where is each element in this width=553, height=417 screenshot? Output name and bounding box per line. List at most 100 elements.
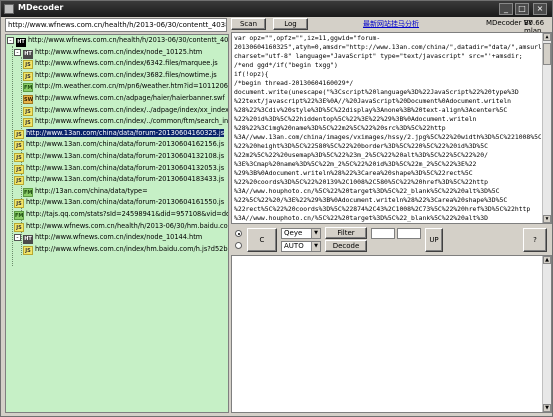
param-field-1[interactable] <box>371 228 395 239</box>
tree-item-label: http://www.13an.com/china/data/forum-201… <box>26 128 225 137</box>
code-line: charset="utf-8" language="JavaScript" ty… <box>234 52 523 60</box>
scroll-up-arrow-icon[interactable]: ▲ <box>543 33 551 41</box>
js-file-icon: JS <box>14 199 24 209</box>
close-button[interactable]: × <box>533 3 547 15</box>
code-line: var opz="",opfz="",iz=11,ggwid="forum- <box>234 34 381 42</box>
tree-item-label: http://www.13an.com/china/data/forum-201… <box>26 140 225 149</box>
code-line: 20130604160325",atyh=0,amsdr="http://www… <box>234 43 541 51</box>
tree-item-label: http://www.13an.com/china/data/forum-201… <box>26 152 225 160</box>
tree-item-label: http://tajs.qq.com/stats?sId=24598941&di… <box>26 210 229 218</box>
code-line: %3E%3Cmap%20name%3D%5C%22m_2%5C%22%20id%… <box>234 160 477 168</box>
right-pane: Scan Log 最新网站挂马分析 MDecoder V0.66 BY mlan… <box>231 18 552 413</box>
js-file-icon: JS <box>14 153 24 162</box>
tree-item[interactable]: JS http://www.wfnews.com.cn/health/h/2013… <box>14 221 229 232</box>
tree-item[interactable]: JS http://www.13an.com/china/data/forum-2… <box>14 174 225 186</box>
js-file-icon: JS <box>14 164 24 174</box>
url-input[interactable]: http://www.wfnews.com.cn/health/h/2013-0… <box>5 18 227 32</box>
help-button[interactable]: ? <box>523 228 547 252</box>
minimize-button[interactable]: _ <box>499 3 513 15</box>
param-field-2[interactable] <box>397 228 421 239</box>
code-line: %28%22%3Cdiv%20style%3D%5C%22display%3An… <box>234 106 508 114</box>
tree-expander-icon[interactable]: - <box>7 37 14 44</box>
tree-item-label: http://m.weather.com.cn/m/pn6/weather.ht… <box>35 82 229 91</box>
tree-item-label: http://www.wfnews.com.cn/index/../common… <box>35 117 229 126</box>
tree-item-label: http://www.wfnews.com.cn/health/h/2013-0… <box>26 221 229 230</box>
js-file-icon: JS <box>14 176 24 186</box>
source-code-view[interactable]: var opz="",opfz="",iz=11,ggwid="forum- 20… <box>231 32 552 224</box>
tree-item[interactable]: JS http://www.wfnews.com.cn/index/3682.fi… <box>23 70 217 81</box>
engine-select[interactable]: Qeye ▼ <box>281 228 321 239</box>
js-file-icon: JS <box>23 60 33 70</box>
tree-item-label: http://www.13an.com/china/data/forum-201… <box>26 175 225 184</box>
filter-button[interactable]: Filter <box>325 227 367 239</box>
tree-item[interactable]: JS http://www.13an.com/china/data/forum-2… <box>14 197 225 209</box>
code-scrollbar[interactable]: ▲ ▼ <box>542 33 551 223</box>
code-line: %3A//www.13an.com/china/images/vximages/… <box>234 133 541 141</box>
code-line: document.write(unescape("%3Cscript%20lan… <box>234 88 519 96</box>
scroll-down-arrow-icon[interactable]: ▼ <box>543 404 551 412</box>
scroll-down-arrow-icon[interactable]: ▼ <box>543 215 551 223</box>
code-line: %22%5C%22%20/%3E%22%29%3B%0Adocument.wri… <box>234 196 508 204</box>
tree-item[interactable]: FM http://tajs.qq.com/stats?sId=24598941&… <box>14 209 229 220</box>
radio-option-b[interactable] <box>235 242 242 249</box>
tree-item[interactable]: - HT http://www.wfnews.com.cn/health/h/201… <box>7 35 229 47</box>
tree-item[interactable]: JS http://www.13an.com/china/data/forum-2… <box>14 139 225 151</box>
log-button[interactable]: Log <box>273 18 308 30</box>
fm-file-icon: FM <box>23 83 33 93</box>
c-button[interactable]: C <box>247 228 277 252</box>
output-scrollbar[interactable]: ▲ ▼ <box>542 256 551 412</box>
tree-expander-icon[interactable]: - <box>14 48 21 56</box>
tree-item-label: http://13an.com/china/data/type= <box>35 186 148 195</box>
tree-expander-icon[interactable]: - <box>14 234 21 242</box>
chevron-down-icon: ▼ <box>311 229 320 238</box>
code-line: %22rect%5C%22%20coords%3D%5C%22874%2C43%… <box>234 205 531 213</box>
tree-item-label: http://www.wfnews.com.cn/index/node_1014… <box>35 233 203 242</box>
resource-tree[interactable]: - HT http://www.wfnews.com.cn/health/h/201… <box>5 34 229 413</box>
title-bar[interactable]: MDecoder _ □ × <box>1 1 552 17</box>
up-button[interactable]: UP <box>425 228 443 252</box>
code-line: %28%22%3Cimg%20name%3D%5C%22m2%5C%22%20s… <box>234 124 446 132</box>
decode-controls: C Qeye ▼ AUTO ▼ Filter Decode UP ? <box>231 226 552 254</box>
left-pane: http://www.wfnews.com.cn/health/h/2013-0… <box>3 18 230 413</box>
app-icon <box>4 4 14 14</box>
tree-item[interactable]: JS http://www.wfnews.com.cn/index/../comm… <box>23 116 229 128</box>
decode-button[interactable]: Decode <box>325 240 367 252</box>
tree-item[interactable]: - HT http://www.wfnews.com.cn/index/node_1… <box>14 232 203 245</box>
tree-item-label: http://www.wfnews.com.cn/adpage/haier/ha… <box>35 94 225 102</box>
chevron-down-icon: ▼ <box>311 242 320 251</box>
tree-item-label: http://www.wfnews.com.cn/index/6342.file… <box>35 59 218 68</box>
fm-file-icon: FM <box>14 211 24 220</box>
tree-item[interactable]: JS http://www.13an.com/china/data/forum-2… <box>14 128 225 139</box>
scroll-thumb[interactable] <box>543 43 551 65</box>
code-line: %22%20height%3D%5C%22580%5C%22%20border%… <box>234 142 488 150</box>
fm-file-icon: FM <box>23 187 33 197</box>
tree-item[interactable]: FM http://13an.com/china/data/type= <box>23 186 148 197</box>
js-file-icon: JS <box>14 129 24 139</box>
latest-analysis-link[interactable]: 最新网站挂马分析 <box>363 19 419 29</box>
tree-item[interactable]: JS http://www.13an.com/china/data/forum-2… <box>14 163 224 174</box>
tree-item[interactable]: SW http://www.wfnews.com.cn/adpage/haier/… <box>23 93 225 104</box>
js-file-icon: JS <box>23 106 33 116</box>
code-line: %29%3B%0Adocument.writeln%28%22%3Carea%2… <box>234 169 473 177</box>
tree-item-label: http://www.wfnews.com.cn/health/h/2013-0… <box>28 36 229 44</box>
scan-button[interactable]: Scan <box>231 18 266 30</box>
mode-select[interactable]: AUTO ▼ <box>281 241 321 252</box>
code-line: /*end ggd*/if("begin txgg") <box>234 61 338 69</box>
tree-item[interactable]: JS http://www.wfnews.com.cn/index/6342.fi… <box>23 58 218 70</box>
tree-item-label: http://www.wfnews.com.cn/index/3682.file… <box>35 70 217 79</box>
scroll-up-arrow-icon[interactable]: ▲ <box>543 256 551 264</box>
tree-item-label: http://www.wfnews.com.cn/index/node_1012… <box>35 47 203 56</box>
tree-item-label: http://www.13an.com/china/data/forum-201… <box>26 198 225 207</box>
tree-item[interactable]: FM http://m.weather.com.cn/m/pn6/weather.… <box>23 81 229 93</box>
js-file-icon: JS <box>14 222 24 232</box>
radio-option-a[interactable] <box>235 230 242 237</box>
tree-item[interactable]: JS http://www.13an.com/china/data/forum-2… <box>14 151 224 162</box>
engine-select-value: Qeye <box>284 229 303 237</box>
js-file-icon: JS <box>14 141 24 151</box>
tree-guide-line <box>12 46 13 266</box>
tree-item[interactable]: - HT http://www.wfnews.com.cn/index/node_1… <box>14 47 203 59</box>
tree-item[interactable]: JS http://www.wfnews.com.cn/index/../adpa… <box>23 105 228 116</box>
decoded-output-view[interactable]: ▲ ▼ <box>231 255 552 413</box>
maximize-button[interactable]: □ <box>515 3 529 15</box>
tree-item[interactable]: JS http://www.wfnews.com.cn/index/hm.baid… <box>23 244 228 255</box>
